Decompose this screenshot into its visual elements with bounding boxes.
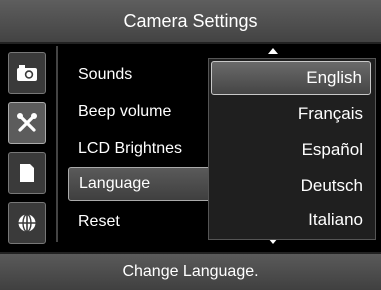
menu-item-label: Beep volume: [78, 103, 172, 120]
language-option-label: English: [306, 68, 362, 87]
tab-tools[interactable]: [8, 102, 46, 144]
language-option-espanol[interactable]: Español: [211, 133, 371, 167]
language-option-label: Español: [301, 140, 363, 159]
memory-card-icon: [20, 164, 34, 182]
status-text: Change Language.: [122, 263, 259, 280]
menu-item-label: Language: [79, 175, 151, 192]
language-option-label: Deutsch: [300, 176, 363, 195]
language-option-francais[interactable]: Français: [211, 97, 371, 131]
menu-item-label: Sounds: [78, 66, 133, 83]
page-title: Camera Settings: [123, 10, 258, 31]
tab-memory-card[interactable]: [8, 152, 46, 194]
sidebar: [8, 46, 48, 244]
status-bar: Change Language.: [0, 252, 381, 290]
language-dropdown: English Français Español Deutsch Italian…: [208, 58, 376, 240]
tab-camera[interactable]: [8, 52, 46, 94]
globe-icon: [18, 213, 36, 233]
title-bar: Camera Settings: [0, 0, 381, 44]
language-option-deutsch[interactable]: Deutsch: [211, 169, 371, 203]
language-option-english[interactable]: English: [211, 61, 371, 95]
language-option-italiano[interactable]: Italiano: [211, 203, 371, 237]
language-option-label: Français: [297, 104, 363, 123]
menu-item-label: LCD Brightnes: [78, 140, 183, 157]
tools-icon: [17, 113, 37, 132]
menu-item-label: Reset: [78, 213, 120, 230]
scroll-up-arrow-icon[interactable]: [268, 48, 278, 54]
language-option-label: Italiano: [308, 210, 363, 229]
tab-globe[interactable]: [8, 202, 46, 244]
camera-icon: [17, 65, 37, 81]
